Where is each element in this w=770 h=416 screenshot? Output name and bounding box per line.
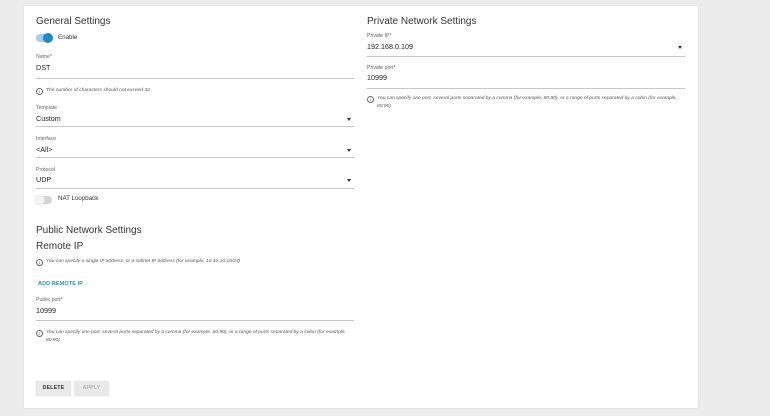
template-label: Template — [36, 105, 58, 111]
public-port-underline — [36, 320, 354, 321]
remote-ip-title: Remote IP — [36, 241, 84, 252]
nat-loopback-label: NAT Loopback — [58, 195, 99, 202]
private-port-field[interactable]: 10999 — [367, 73, 387, 82]
protocol-underline — [36, 188, 354, 189]
public-network-title: Public Network Settings — [36, 225, 142, 236]
info-icon: i — [36, 259, 43, 266]
name-hint: The number of characters should not exce… — [46, 88, 150, 93]
private-port-hint: You can specify one port, several ports … — [377, 96, 677, 109]
template-underline — [36, 126, 354, 127]
name-field-underline — [36, 78, 354, 79]
public-port-field[interactable]: 10999 — [36, 306, 56, 315]
private-network-title: Private Network Settings — [367, 16, 477, 27]
nat-loopback-toggle-knob — [35, 195, 45, 205]
chevron-down-icon[interactable] — [347, 118, 351, 121]
chevron-down-icon[interactable] — [347, 179, 351, 182]
private-ip-underline — [367, 56, 685, 57]
enable-toggle[interactable] — [36, 33, 53, 43]
info-icon: i — [36, 330, 43, 337]
settings-card: General Settings Enable Name* DST i The … — [24, 6, 698, 408]
private-ip-select[interactable]: 192.168.0.109 — [367, 42, 413, 51]
interface-label: Interface — [36, 136, 57, 142]
remote-ip-hint: You can specify a single IP address, or … — [46, 259, 241, 264]
chevron-down-icon[interactable] — [347, 149, 351, 152]
info-icon: i — [36, 88, 43, 95]
name-field[interactable]: DST — [36, 63, 50, 72]
enable-toggle-knob — [43, 33, 53, 43]
enable-label: Enable — [58, 34, 78, 41]
delete-button[interactable]: DELETE — [36, 381, 71, 396]
public-port-label: Public port* — [36, 297, 63, 303]
public-port-hint: You can specify one port, several ports … — [46, 330, 346, 343]
interface-select[interactable]: <All> — [36, 145, 52, 154]
general-settings-title: General Settings — [36, 16, 111, 27]
protocol-select[interactable]: UDP — [36, 175, 51, 184]
chevron-down-icon[interactable] — [678, 46, 682, 49]
protocol-label: Protocol — [36, 167, 56, 173]
info-icon: i — [367, 96, 374, 103]
template-select[interactable]: Custom — [36, 114, 61, 123]
private-port-label: Private port* — [367, 65, 396, 71]
add-remote-ip-button[interactable]: ADD REMOTE IP — [38, 281, 83, 287]
nat-loopback-toggle[interactable] — [35, 195, 52, 205]
private-port-underline — [367, 88, 685, 89]
apply-button[interactable]: APPLY — [74, 381, 109, 396]
name-label: Name* — [36, 54, 52, 60]
private-ip-label: Private IP* — [367, 33, 392, 39]
interface-underline — [36, 157, 354, 158]
